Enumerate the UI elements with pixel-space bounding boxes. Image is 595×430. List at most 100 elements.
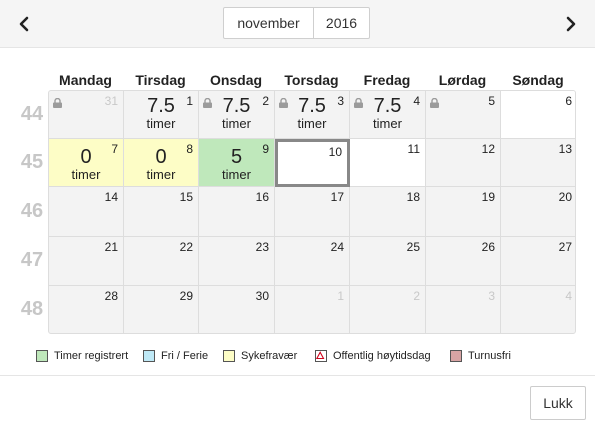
legend-swatch [223,350,235,362]
day-number: 18 [406,190,420,204]
legend-item: Offentlig høytidsdag [315,349,431,363]
day-cell[interactable]: 4 7.5 timer [350,91,426,139]
hours-value: 7.5 [147,95,175,117]
day-number: 20 [558,190,572,204]
day-cell[interactable]: 30 [199,286,275,333]
day-cell[interactable]: 22 [124,237,199,286]
day-cell[interactable]: 29 [124,286,199,333]
day-cell[interactable]: 1 7.5 timer [124,91,199,139]
day-cell[interactable]: 5 [426,91,501,139]
day-cell[interactable]: 14 [49,187,124,237]
day-cell[interactable]: 25 [350,237,426,286]
day-cell[interactable]: 15 [124,187,199,237]
legend-label: Turnusfri [468,350,511,362]
day-cell[interactable]: 3 [426,286,501,333]
day-number: 22 [179,240,193,254]
day-cell[interactable]: 28 [49,286,124,333]
weekday-header: Mandag Tirsdag Onsdag Torsdag Fredag Lørdag Sø… [48,72,576,90]
day-number: 24 [330,240,344,254]
hours-entry: 7.5 timer [350,96,425,130]
month-select[interactable]: november [224,8,314,38]
holiday-triangle-icon [315,350,327,362]
legend-label: Sykefravær [241,350,298,362]
day-cell[interactable]: 11 [350,139,426,187]
weekday-label: Søndag [512,72,564,88]
day-number: 31 [104,94,118,108]
day-cell[interactable]: 19 [426,187,501,237]
day-cell[interactable]: 3 7.5 timer [275,91,350,139]
day-cell[interactable]: 17 [275,187,350,237]
day-cell[interactable]: 31 [49,91,124,139]
lock-icon [52,95,63,108]
day-cell[interactable]: 24 [275,237,350,286]
day-number: 19 [481,190,495,204]
week-number: 44 [20,102,44,125]
day-number: 14 [104,190,118,204]
close-button[interactable]: Lukk [530,386,586,420]
day-number: 27 [558,240,572,254]
calendar-grid: 31 1 7.5 timer 2 7.5 timer 3 7.5 timer 4 7.5 timer 5 6… [48,90,576,334]
day-cell[interactable]: 20 [501,187,575,237]
hours-value: 0 [155,146,167,168]
day-number: 23 [255,240,269,254]
legend-label: Fri / Ferie [161,350,209,362]
day-cell[interactable]: 6 [501,91,575,139]
legend-item: Timer registrert [36,349,128,363]
hours-value: 5 [230,146,243,168]
hours-value: 7.5 [222,95,251,117]
hours-unit: timer [222,116,251,131]
day-number: 4 [565,289,572,303]
hours-entry: 0 timer [124,147,198,181]
weekday-label: Fredag [363,72,411,88]
previous-month-button[interactable] [12,12,36,36]
weekday-label: Mandag [59,72,112,88]
day-cell[interactable]: 12 [426,139,501,187]
day-cell[interactable]: 4 [501,286,575,333]
legend-swatch [450,350,462,362]
day-cell[interactable]: 13 [501,139,575,187]
legend-item: Fri / Ferie [143,349,208,363]
hours-value: 7.5 [298,95,326,117]
legend-item: Sykefravær [223,349,297,363]
day-cell[interactable]: 23 [199,237,275,286]
day-number: 29 [179,289,193,303]
year-select[interactable]: 2016 [314,8,369,38]
legend-swatch [36,350,48,362]
day-cell[interactable]: 16 [199,187,275,237]
day-cell[interactable]: 2 7.5 timer [199,91,275,139]
hours-entry: 5 timer [199,147,274,181]
day-number: 5 [488,94,495,108]
next-month-button[interactable] [559,12,583,36]
day-cell[interactable]: 21 [49,237,124,286]
hours-entry: 7.5 timer [124,96,198,130]
day-cell[interactable]: 26 [426,237,501,286]
footer-divider [0,375,595,376]
lock-icon [429,95,440,108]
day-number: 1 [337,289,344,303]
legend-label: Timer registrert [54,350,129,362]
day-cell[interactable]: 7 0 timer [49,139,124,187]
week-number: 48 [20,297,44,320]
weekday-label: Tirsdag [135,72,186,88]
day-cell[interactable]: 10 [275,139,350,187]
hours-entry: 7.5 timer [199,96,274,130]
day-number: 25 [406,240,420,254]
day-cell[interactable]: 1 [275,286,350,333]
chevron-right-icon [566,16,576,32]
day-cell[interactable]: 27 [501,237,575,286]
period-selector: november 2016 [223,7,370,39]
day-number: 17 [330,190,344,204]
hours-entry: 0 timer [49,147,123,181]
day-cell[interactable]: 9 5 timer [199,139,275,187]
day-number: 11 [407,142,420,156]
hours-unit: timer [373,116,402,131]
day-number: 13 [558,142,572,156]
day-cell[interactable]: 18 [350,187,426,237]
hours-unit: timer [71,167,101,182]
day-cell[interactable]: 2 [350,286,426,333]
legend-label: Offentlig høytidsdag [333,350,431,362]
day-number: 21 [104,240,118,254]
day-cell[interactable]: 8 0 timer [124,139,199,187]
day-number: 30 [255,289,269,303]
hours-unit: timer [222,167,251,182]
